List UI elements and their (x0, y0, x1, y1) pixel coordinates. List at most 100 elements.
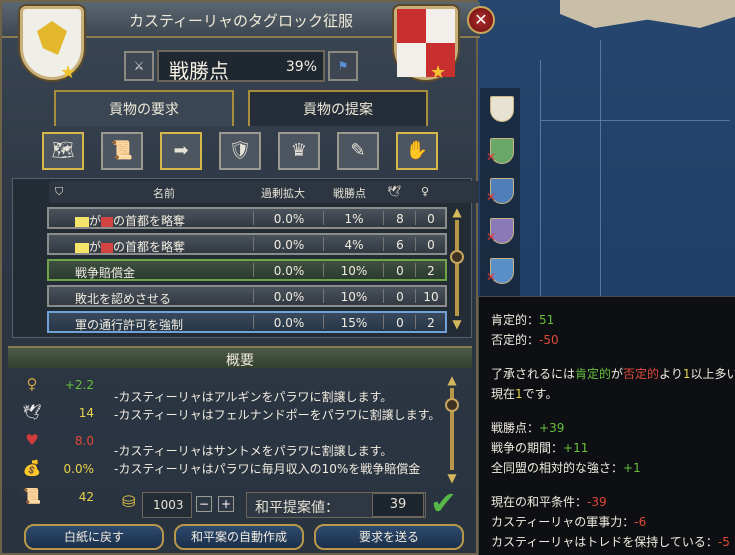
description-line: -カスティーリャはサントメをパラワに割譲します。 (114, 444, 393, 458)
flag-button[interactable]: ⚑ (328, 51, 358, 81)
send-demand-button[interactable]: 要求を送る (314, 524, 464, 550)
separator (253, 211, 254, 225)
cell-base: 2 (427, 264, 435, 278)
separator (383, 263, 384, 277)
row-title: がの首都を略奪 (75, 212, 185, 229)
peace-negotiation-panel: カスティーリャのタグロック征服 ★ ★ ✕ ⚔ 戦勝点 39% ⚑ 貢物の要求 … (0, 0, 495, 555)
row-title: 軍の通行許可を強制 (75, 318, 184, 332)
peace-description: -カスティーリャはアルギンをパラワに割譲します。 -カスティーリャはフェルナンド… (114, 368, 442, 486)
increase-gold-button[interactable]: + (218, 496, 234, 512)
row-title: 敗北を認めさせる (75, 292, 172, 306)
tt-negative: 否定的：-50 (491, 333, 559, 347)
cell-base: 0 (427, 238, 435, 252)
checkmark-icon: ✔ (430, 484, 457, 522)
defeated-x-icon: ✕ (486, 150, 497, 164)
prestige-column-icon: ♀ (421, 185, 430, 198)
warscore-value: 39% (285, 59, 317, 75)
cell-warscore: 10% (340, 290, 368, 304)
crown-icon[interactable]: ♛ (278, 132, 320, 170)
transfer-icon[interactable]: ➡ (160, 132, 202, 170)
cell-overext: 0.0% (273, 212, 305, 226)
decrease-gold-button[interactable]: − (196, 496, 212, 512)
table-row[interactable]: がの首都を略奪 0.0% 4% 6 0 (47, 233, 447, 255)
cell-warscore: 10% (340, 264, 368, 278)
scrollbar-track[interactable] (455, 220, 459, 316)
gold-value: 1003 (153, 498, 184, 512)
tribute-icon[interactable]: ✋ (396, 132, 438, 170)
close-button[interactable]: ✕ (467, 6, 495, 34)
stat-prestige: +2.2 (64, 378, 94, 392)
annex-icon[interactable]: 🗺 (42, 132, 84, 170)
description-line: -カスティーリャはアルギンをパラワに割譲します。 (114, 390, 393, 404)
desc-scroll-up-arrow[interactable]: ▲ (445, 374, 459, 386)
separator (415, 315, 416, 329)
cell-base: 0 (427, 212, 435, 226)
stats-column: ♀ +2.2 🕊 14 ♥ 8.0 💰 0.0% 📜 42 (16, 372, 100, 516)
cell-diplo: 6 (396, 238, 404, 252)
cell-overext: 0.0% (273, 238, 305, 252)
header-overextension: 過剰拡大 (261, 187, 305, 200)
scroll-icon: 📜 (22, 487, 42, 505)
gold-coins-icon: ⛁ (122, 492, 136, 511)
peace-label: 和平提案値： (255, 500, 339, 516)
shield-column-icon: ⛉ (55, 185, 64, 198)
header-name: 名前 (153, 187, 175, 200)
release-icon[interactable]: 📜 (101, 132, 143, 170)
separator (415, 289, 416, 303)
stat-money: 0.0% (63, 462, 95, 476)
star-icon: ★ (430, 62, 447, 83)
separator (323, 211, 324, 225)
scroll-up-arrow[interactable]: ▲ (450, 206, 464, 218)
treaty-icon[interactable]: ✎ (337, 132, 379, 170)
crossed-swords-button[interactable]: ⚔ (124, 51, 154, 81)
summary-title: 概要 (226, 353, 254, 369)
table-row[interactable]: 敗北を認めさせる 0.0% 10% 0 10 (47, 285, 447, 307)
desc-scrollbar-thumb[interactable] (445, 398, 459, 412)
separator (323, 289, 324, 303)
separator (323, 315, 324, 329)
gold-box: 1003 (142, 492, 192, 518)
lion-quarter (397, 43, 426, 77)
row-title: がの首都を略奪 (75, 238, 185, 255)
tt-explanation: 了承されるには肯定的が否定的より1以上多い (491, 367, 735, 381)
tab-demand[interactable]: 貢物の要求 (54, 90, 234, 126)
map-border (600, 40, 601, 300)
country-flag-icon (75, 216, 89, 227)
dove-icon: 🕊 (22, 403, 42, 421)
map-border (540, 60, 541, 300)
defender-shield[interactable] (394, 6, 458, 80)
separator (383, 315, 384, 329)
description-line: -カスティーリャはパラワに毎月収入の10%を戦争賠償金 (114, 462, 421, 476)
tt-alliance: 全同盟の相対的な強さ：+1 (491, 461, 641, 475)
summary-bar: 概要 (8, 346, 472, 369)
header-warscore: 戦勝点 (333, 187, 366, 200)
star-icon: ★ (60, 62, 77, 83)
separator (253, 289, 254, 303)
table-row[interactable]: がの首都を略奪 0.0% 1% 8 0 (47, 207, 447, 229)
table-row[interactable]: 戦争賠償金 0.0% 10% 0 2 (47, 259, 447, 281)
table-header: ⛉ 名前 過剰拡大 戦勝点 🕊 ♀ (49, 181, 479, 203)
scroll-down-arrow[interactable]: ▼ (450, 318, 464, 330)
defeated-x-icon: ✕ (486, 270, 497, 284)
tt-military: カスティーリャの軍事力：-6 (491, 515, 647, 529)
tt-warscore: 戦勝点：+39 (491, 421, 565, 435)
table-row[interactable]: 軍の通行許可を強制 0.0% 15% 0 2 (47, 311, 447, 333)
castle-quarter (397, 9, 426, 43)
scrollbar-thumb[interactable] (450, 250, 464, 264)
cell-warscore: 1% (344, 212, 364, 226)
tab-offer[interactable]: 貢物の提案 (248, 90, 428, 126)
separator (323, 263, 324, 277)
prestige-icon: ♀ (26, 375, 38, 393)
description-line: -カスティーリャはフェルナンドポーをパラワに割譲します。 (114, 408, 441, 422)
separator (415, 263, 416, 277)
cell-overext: 0.0% (273, 264, 305, 278)
vassal-icon[interactable]: 🛡 (219, 132, 261, 170)
desc-scroll-down-arrow[interactable]: ▼ (445, 472, 459, 484)
cell-overext: 0.0% (273, 316, 305, 330)
participant-shield[interactable] (490, 96, 514, 122)
tt-duration: 戦争の期間：+11 (491, 441, 589, 455)
auto-peace-button[interactable]: 和平案の自動作成 (174, 524, 304, 550)
cell-diplo: 0 (396, 290, 404, 304)
separator (253, 315, 254, 329)
reset-button[interactable]: 白紙に戻す (24, 524, 164, 550)
